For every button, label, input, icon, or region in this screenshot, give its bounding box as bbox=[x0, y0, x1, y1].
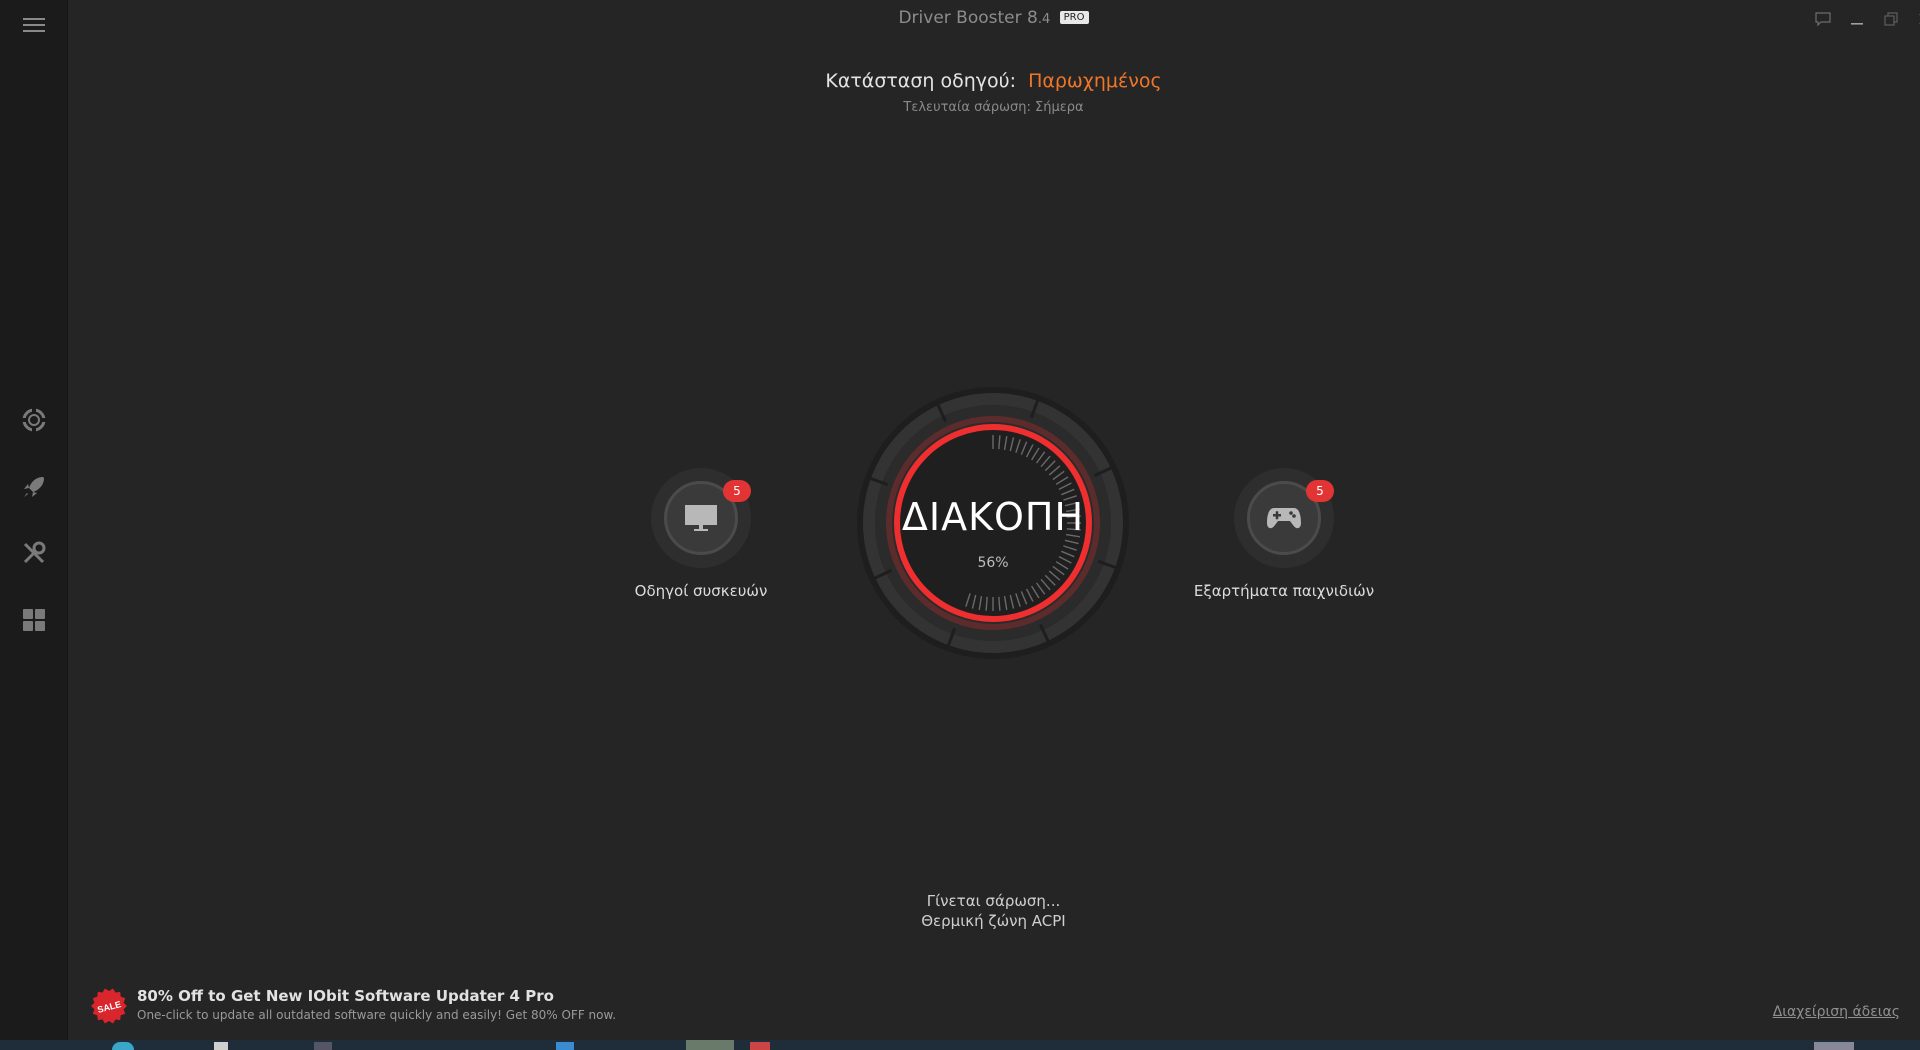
sidebar-item-tools[interactable] bbox=[0, 528, 67, 578]
sale-badge-icon: SALE bbox=[91, 988, 127, 1024]
sidebar-item-apps[interactable] bbox=[0, 595, 67, 645]
taskbar-clock[interactable] bbox=[1814, 1042, 1854, 1050]
minimize-icon bbox=[1851, 23, 1863, 25]
status-value: Παρωχημένος bbox=[1028, 70, 1162, 92]
lifebuoy-icon bbox=[21, 408, 46, 432]
taskbar-app-icon[interactable] bbox=[686, 1040, 734, 1050]
device-drivers-count-badge: 5 bbox=[723, 480, 751, 502]
minimize-button[interactable] bbox=[1844, 6, 1870, 32]
rocket-icon bbox=[23, 477, 44, 497]
close-button[interactable] bbox=[1912, 6, 1920, 32]
driver-status: Κατάσταση οδηγού: Παρωχημένος bbox=[67, 70, 1920, 92]
game-components-count-badge: 5 bbox=[1306, 480, 1334, 502]
scan-status-text: Γίνεται σάρωση... bbox=[926, 892, 1061, 910]
scan-dial[interactable]: ΔΙΑΚΟΠΗ 56% bbox=[855, 385, 1131, 661]
game-components-button[interactable]: 5 bbox=[1234, 468, 1334, 568]
manage-license-link[interactable]: Διαχείριση άδειας bbox=[1773, 1004, 1900, 1020]
app-version: .4 bbox=[1037, 12, 1051, 27]
taskbar-app-icon[interactable] bbox=[112, 1042, 134, 1050]
category-game-components[interactable]: 5 Εξαρτήματα παιχνιδιών bbox=[1184, 468, 1384, 600]
sidebar bbox=[0, 0, 68, 1040]
os-taskbar bbox=[0, 1040, 1920, 1050]
game-components-label: Εξαρτήματα παιχνιδιών bbox=[1193, 582, 1375, 600]
device-drivers-button[interactable]: 5 bbox=[651, 468, 751, 568]
menu-icon bbox=[22, 18, 45, 32]
scan-info: Γίνεται σάρωση... Θερμική ζώνη ACPI bbox=[67, 891, 1920, 931]
gamepad-icon bbox=[1267, 508, 1301, 529]
tools-icon bbox=[23, 541, 45, 564]
taskbar-app-icon[interactable] bbox=[314, 1042, 332, 1050]
feedback-icon bbox=[1815, 12, 1831, 26]
device-drivers-label: Οδηγοί συσκευών bbox=[634, 582, 768, 600]
app-name: Driver Booster 8 bbox=[898, 8, 1038, 28]
taskbar-app-icon[interactable] bbox=[750, 1042, 770, 1050]
monitor-icon bbox=[685, 505, 717, 531]
apps-grid-icon bbox=[22, 609, 45, 631]
app-title: Driver Booster 8.4 PRO bbox=[67, 8, 1920, 28]
promo-title[interactable]: 80% Off to Get New IObit Software Update… bbox=[137, 987, 554, 1005]
promo-subtitle: One-click to update all outdated softwar… bbox=[137, 1008, 617, 1022]
last-scan: Τελευταία σάρωση: Σήμερα bbox=[903, 100, 1084, 115]
scan-current-item: Θερμική ζώνη ACPI bbox=[921, 912, 1066, 930]
sidebar-item-boost[interactable] bbox=[0, 462, 67, 512]
taskbar-app-icon[interactable] bbox=[556, 1042, 574, 1050]
feedback-button[interactable] bbox=[1810, 6, 1836, 32]
scan-progress-percent: 56% bbox=[977, 555, 1009, 571]
pro-badge: PRO bbox=[1059, 11, 1089, 24]
restore-icon bbox=[1884, 12, 1898, 26]
sidebar-item-action-center[interactable] bbox=[0, 395, 67, 445]
stop-button[interactable]: ΔΙΑΚΟΠΗ bbox=[855, 495, 1131, 539]
category-device-drivers[interactable]: 5 Οδηγοί συσκευών bbox=[601, 468, 801, 600]
status-label: Κατάσταση οδηγού: bbox=[825, 70, 1017, 92]
taskbar-app-icon[interactable] bbox=[214, 1042, 228, 1050]
menu-button[interactable] bbox=[0, 0, 67, 50]
restore-button[interactable] bbox=[1878, 6, 1904, 32]
title-bar: Driver Booster 8.4 PRO bbox=[67, 0, 1920, 38]
